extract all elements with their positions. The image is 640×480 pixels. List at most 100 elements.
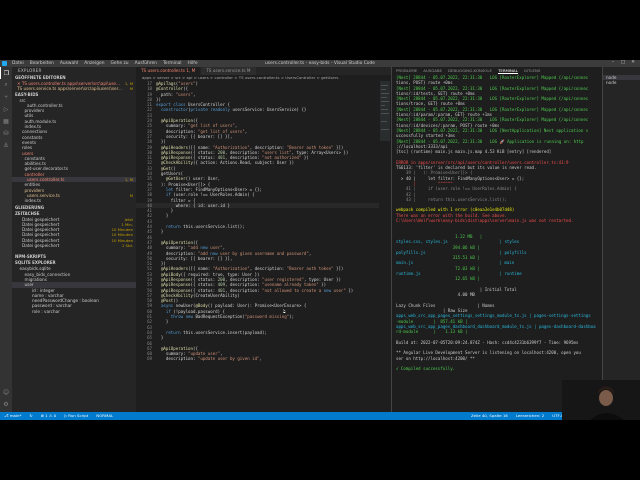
- tree-item-label: users.controller.ts: [27, 177, 65, 183]
- code-text: constructor(private readonly usersServic…: [160, 107, 307, 113]
- open-editors-list: ✕ TS users.controller.ts apps\server\src…: [12, 81, 136, 92]
- explorer-title: EXPLORER: [18, 68, 42, 73]
- sqlite-item[interactable]: role : varchar: [12, 309, 136, 314]
- timeline-time: 1 Std.: [121, 243, 133, 249]
- editor-tab[interactable]: TS users.controller.ts 1, M: [136, 67, 202, 75]
- terminal-line: C:\Users\Wolf\work\easy-bids\dist\apps\s…: [396, 218, 574, 224]
- code-text: @CheckAbility({ action: Actions.Read, su…: [160, 160, 295, 166]
- webcam-overlay: [562, 380, 640, 420]
- terminal-instance[interactable]: node: [603, 80, 640, 85]
- tree-item-label: auth.controller.ts: [27, 102, 63, 108]
- status-item[interactable]: ⊗ 1 ⚠ 0: [41, 412, 56, 420]
- tree-item-label: get-user.decorator.ts: [24, 166, 69, 172]
- timeline-item-label: Datei gespeichert: [22, 237, 60, 243]
- tree-item-label: index.ts: [24, 124, 42, 130]
- terminal-output[interactable]: [Nest] 28844 - 05.07.2022, 22:31:30 LOG …: [392, 75, 603, 372]
- tree-item-label: providers: [24, 187, 45, 193]
- code-line: 69 description: "update user by given id…: [136, 356, 391, 361]
- tree-item-label: users.service.ts: [27, 192, 60, 198]
- vscode-window: Datei Bearbeiten Auswahl Anzeigen Gehe zu Aus…: [0, 60, 640, 420]
- panel-tabs: PROBLEME AUSGABE DEBUGGING-KONSOLE TERMINAL…: [392, 67, 603, 74]
- sqlite-item-label: password : varchar: [32, 303, 72, 309]
- tree-item-label: connections: [22, 129, 48, 135]
- tree-item-label: constants: [24, 155, 45, 161]
- status-item[interactable]: Zeile 40, Spalte 16: [471, 412, 508, 420]
- menu-item-5[interactable]: Ausführen: [135, 61, 157, 66]
- timeline-list: Datei gespeichert jetzt Datei gespeichert 1…: [12, 217, 136, 249]
- panel-tab[interactable]: DEBUGGING-KONSOLE: [448, 68, 492, 73]
- tree-item-label: controller: [24, 171, 45, 177]
- menu-item-4[interactable]: Gehe zu: [111, 61, 129, 66]
- code-view[interactable]: 17 @ApiTags("users") 18 @Controller({19 pat…: [136, 81, 391, 362]
- terminal-line: [Nest] 28844 - 05.07.2022, 22:31:30 LOG …: [396, 117, 589, 123]
- menu-item-2[interactable]: Auswahl: [60, 61, 78, 66]
- code-text: security: [{ bearer: [] }],: [156, 133, 233, 139]
- tree-item-label: abilities.ts: [24, 161, 46, 167]
- sqlite-item-label: migrations: [24, 276, 47, 282]
- account-icon[interactable]: ☺: [0, 386, 12, 398]
- run-debug-icon[interactable]: ▷: [0, 103, 12, 115]
- sqlite-item-label: id : integer: [32, 287, 55, 293]
- status-left: ⎇ main* ↻ ⊗ 1 ⚠ 0 ▷ Run Script NORMAL: [0, 412, 117, 420]
- open-editor-item-label: TS users.service.ts apps\server\src\api\…: [17, 86, 122, 92]
- files-icon[interactable]: ❐: [0, 67, 12, 79]
- timeline-item-label: Datei gespeichert: [22, 216, 60, 222]
- window-controls: – □ ✕: [608, 60, 638, 65]
- panel-tab[interactable]: AUSGABE: [423, 68, 442, 73]
- terminal-line: √ Compiled successfully.: [396, 366, 456, 372]
- terminal-line: Build at: 2022-07-05T20:09:24.874Z - Has…: [396, 339, 579, 345]
- minimap-preview: [380, 81, 390, 141]
- editor-area: TS users.controller.ts 1, M TS users.serv…: [136, 67, 391, 412]
- tree-item-label: entities: [24, 182, 41, 188]
- open-editor-item[interactable]: TS users.service.ts apps\server\src\api\…: [12, 86, 136, 91]
- code-text: }: [156, 319, 169, 325]
- maximize-button[interactable]: □: [618, 60, 628, 65]
- menu-item-3[interactable]: Anzeigen: [84, 61, 104, 66]
- menu-item-6[interactable]: Terminal: [163, 61, 182, 66]
- panel-tab[interactable]: GITLENS: [524, 68, 541, 73]
- editor-tab[interactable]: TS users.service.ts M: [201, 67, 257, 75]
- status-item[interactable]: NORMAL: [96, 412, 113, 420]
- menu-item-0[interactable]: Datei: [12, 61, 24, 66]
- tree-item-label: providers: [24, 108, 45, 114]
- close-button[interactable]: ✕: [628, 60, 638, 65]
- menu-item-1[interactable]: Bearbeiten: [30, 61, 54, 66]
- extensions-icon[interactable]: ▦: [0, 115, 12, 127]
- status-item[interactable]: ⎇ main*: [4, 412, 21, 420]
- status-item[interactable]: ↻: [29, 412, 32, 420]
- timeline-item-label: Datei gespeichert: [22, 221, 60, 227]
- source-control-icon[interactable]: ⑂: [0, 91, 12, 103]
- editor-tabs: TS users.controller.ts 1, M TS users.serv…: [136, 67, 391, 75]
- terminal-panel: PROBLEME AUSGABE DEBUGGING-KONSOLE TERMINAL…: [391, 67, 603, 412]
- tree-item-label: events: [22, 139, 37, 145]
- gear-icon[interactable]: ⚙: [0, 398, 12, 410]
- code-text: path: "users",: [156, 91, 196, 97]
- panel-tab[interactable]: TERMINAL: [497, 68, 518, 74]
- minimize-button[interactable]: –: [608, 60, 618, 65]
- git-status-badge: M: [129, 86, 133, 92]
- timeline-item[interactable]: Datei gespeichert 1 Std.: [12, 243, 136, 248]
- panel-tab[interactable]: PROBLEME: [396, 68, 417, 73]
- code-text: return this.usersService.insert(payload)…: [165, 329, 267, 335]
- search-icon[interactable]: ⌕: [0, 79, 12, 91]
- mouse-cursor-icon: 👆︎: [283, 308, 286, 315]
- database-icon[interactable]: ⛁: [0, 127, 12, 139]
- title-bar: Datei Bearbeiten Auswahl Anzeigen Gehe zu Aus…: [0, 60, 640, 67]
- status-item[interactable]: ▷ Run Script: [64, 412, 88, 420]
- terminal-line: apps_web_src_app_pages_settings_settings…: [396, 313, 591, 319]
- status-bar: ⎇ main* ↻ ⊗ 1 ⚠ 0 ▷ Run Script NORMAL Zeile …: [0, 412, 640, 420]
- tree-item-label: src: [19, 97, 26, 103]
- docker-icon[interactable]: ⚓: [0, 139, 12, 151]
- code-text: }: [156, 335, 164, 341]
- sqlite-item-label: needPasswordChange : boolean: [32, 298, 99, 304]
- tree-item-label: users: [22, 150, 34, 156]
- code-text: throw new BadRequestException("password …: [170, 314, 295, 320]
- tree-item-label: constants: [22, 134, 43, 140]
- tree-item-label: roles: [22, 145, 33, 151]
- status-item[interactable]: Leerzeichen: 2: [516, 412, 545, 420]
- sqlite-item-label: easy_bids_connection: [24, 271, 71, 277]
- open-editor-item-label: ✕ TS users.controller.ts apps\server\src…: [17, 81, 120, 86]
- menu-item-7[interactable]: Hilfe: [188, 61, 198, 66]
- minimap[interactable]: [379, 81, 391, 412]
- tree-item[interactable]: index.ts: [12, 198, 136, 203]
